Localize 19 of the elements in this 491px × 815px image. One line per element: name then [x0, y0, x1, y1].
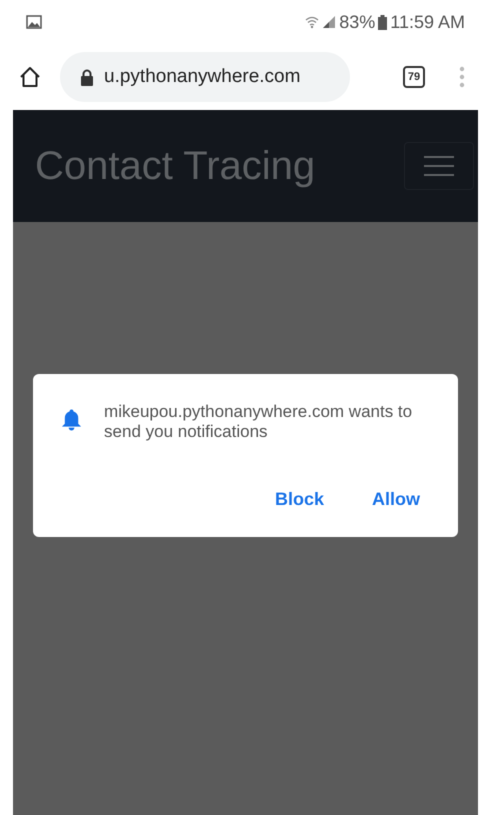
battery-icon: [378, 14, 388, 30]
address-bar[interactable]: u.pythonanywhere.com: [60, 52, 350, 102]
tab-count-button[interactable]: 79: [403, 66, 425, 88]
clock-time: 11:59 AM: [390, 10, 465, 34]
lock-icon: [80, 68, 94, 86]
url-text: u.pythonanywhere.com: [104, 64, 300, 89]
block-button[interactable]: Block: [270, 482, 328, 517]
image-notification-icon: [26, 15, 42, 29]
permission-message: mikeupou.pythonanywhere.com wants to send you notifications: [104, 402, 414, 442]
wifi-icon: [305, 15, 320, 29]
menu-icon: [423, 154, 455, 178]
home-icon[interactable]: [18, 65, 42, 89]
menu-toggle-button[interactable]: [404, 142, 474, 190]
battery-percentage: 83%: [339, 10, 376, 34]
more-menu-icon[interactable]: [459, 66, 465, 88]
site-title: Contact Tracing: [35, 143, 316, 190]
allow-button[interactable]: Allow: [368, 482, 424, 517]
signal-icon: [322, 15, 336, 29]
bell-icon: [61, 408, 82, 431]
